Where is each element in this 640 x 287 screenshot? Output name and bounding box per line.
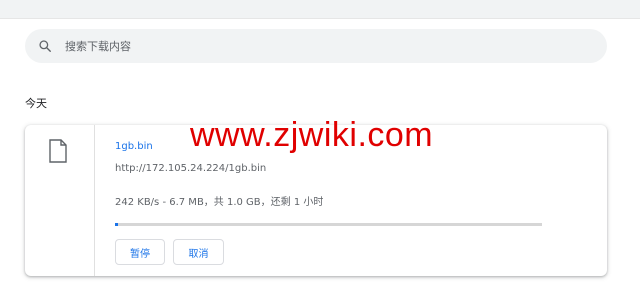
section-label-today: 今天 — [25, 97, 47, 110]
download-progress-bar — [115, 223, 542, 226]
file-icon — [49, 139, 67, 167]
download-icon-column — [25, 125, 95, 276]
search-box[interactable] — [25, 29, 607, 63]
pause-button[interactable]: 暂停 — [115, 239, 165, 265]
watermark-text: www.zjwiki.com — [190, 116, 434, 154]
download-filename-link[interactable]: 1gb.bin — [115, 141, 153, 152]
download-source-url[interactable]: http://172.105.24.224/1gb.bin — [115, 163, 266, 174]
search-icon — [37, 38, 53, 54]
download-progress-fill — [115, 223, 118, 226]
search-input[interactable] — [63, 38, 587, 54]
cancel-button[interactable]: 取消 — [173, 239, 224, 265]
top-strip — [0, 0, 640, 19]
download-status-text: 242 KB/s - 6.7 MB，共 1.0 GB，还剩 1 小时 — [115, 197, 324, 208]
